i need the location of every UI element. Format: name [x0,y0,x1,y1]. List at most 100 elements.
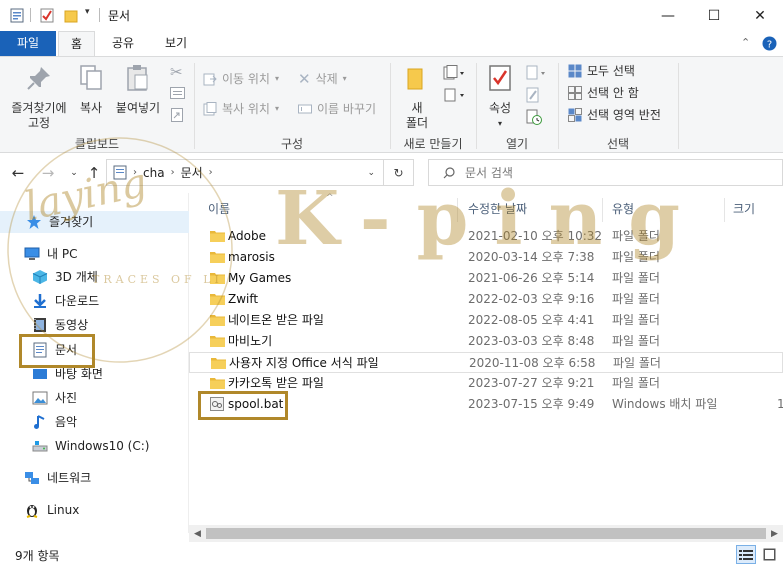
folder-icon [210,336,225,347]
properties-qa-icon[interactable] [10,8,24,23]
table-row[interactable]: 네이트온 받은 파일 2022-08-05 오후 4:41 파일 폴더 [189,310,783,331]
breadcrumb-separator-icon: › [208,167,213,178]
table-row[interactable]: 마비노기 2023-03-03 오후 8:48 파일 폴더 [189,331,783,352]
cut-icon[interactable]: ✂ [170,63,183,81]
documents-location-icon [113,165,127,180]
file-date: 2020-11-08 오후 6:58 [469,356,596,370]
horizontal-scrollbar[interactable]: ◀ ▶ [189,525,783,542]
new-item-icon[interactable] [443,65,465,81]
sidebar-item-drive-c[interactable]: Windows10 (C:) [32,435,149,457]
refresh-button[interactable]: ↻ [384,159,414,186]
ribbon: 즐겨찾기에 고정 복사 붙여넣기 ✂ 클립보드 이동 위치 ▾ 복사 위치 ▾ ✕ … [0,56,783,153]
back-button[interactable]: ← [8,163,28,183]
folder-icon [210,252,225,263]
qa-dropdown-icon[interactable]: ▾ [85,7,90,17]
address-bar[interactable]: › cha › 문서 › ⌄ [106,159,384,186]
table-row[interactable]: My Games 2021-06-26 오후 5:14 파일 폴더 [189,268,783,289]
history-icon[interactable] [526,109,542,125]
table-row[interactable]: marosis 2020-03-14 오후 7:38 파일 폴더 [189,247,783,268]
invert-selection-icon [568,108,582,122]
column-header-type[interactable]: 유형 [612,198,634,220]
move-to-button[interactable]: 이동 위치 ▾ [203,69,279,89]
new-folder-qa-icon[interactable] [64,8,78,23]
delete-button[interactable]: ✕ 삭제 ▾ [298,69,347,89]
sidebar-item-music[interactable]: 음악 [32,411,77,433]
easy-access-icon[interactable] [443,87,465,103]
file-name: My Games [228,271,292,285]
tab-file[interactable]: 파일 [0,31,56,56]
breadcrumb-cha[interactable]: cha [143,166,165,180]
column-header-name[interactable]: 이름 [208,198,230,220]
copy-to-button[interactable]: 복사 위치 ▾ [203,99,279,119]
sidebar-item-linux[interactable]: Linux [24,499,79,521]
copy-button[interactable]: 복사 [74,63,108,116]
address-dropdown-icon[interactable]: ⌄ [367,168,375,178]
sidebar-item-downloads[interactable]: 다운로드 [32,290,99,312]
sidebar-item-videos[interactable]: 동영상 [32,314,88,336]
file-name: Zwift [228,292,259,306]
tab-view[interactable]: 보기 [153,31,199,56]
search-icon [443,166,455,178]
tab-home[interactable]: 홈 [58,31,96,56]
paste-button[interactable]: 붙여넣기 [112,63,164,116]
details-view-button[interactable] [736,545,756,564]
file-name: 사용자 지정 Office 서식 파일 [229,356,379,370]
sidebar-item-network[interactable]: 네트워크 [24,467,91,489]
select-all-icon [568,64,582,78]
open-icon[interactable] [526,65,546,81]
pin-to-quick-access-button[interactable]: 즐겨찾기에 고정 [6,63,72,131]
rename-button[interactable]: 이름 바꾸기 [298,99,376,119]
tab-share[interactable]: 공유 [100,31,146,56]
copy-path-icon[interactable] [170,87,185,99]
forward-arrow-icon: → [41,164,55,182]
new-folder-button[interactable]: 새 폴더 [398,63,436,131]
recent-locations-button[interactable]: ⌄ [64,163,84,183]
paste-icon [127,65,148,91]
select-none-button[interactable]: 선택 안 함 [568,83,639,103]
table-row[interactable]: Zwift 2022-02-03 오후 9:16 파일 폴더 [189,289,783,310]
folder-icon [210,378,225,389]
file-name: marosis [228,250,275,264]
sidebar-item-3d-objects[interactable]: 3D 개체 [32,266,98,288]
sidebar-item-pictures[interactable]: 사진 [32,387,77,409]
scroll-left-icon[interactable]: ◀ [189,525,206,542]
sidebar-item-quick-access[interactable]: 즐겨찾기 [0,211,189,233]
file-size: 1 [777,397,783,411]
new-folder-icon [407,68,423,90]
up-button[interactable]: ↑ [84,163,104,183]
new-group-label: 새로 만들기 [403,137,463,151]
search-input[interactable]: 문서 검색 [428,159,783,186]
sidebar-item-this-pc[interactable]: 내 PC [24,243,77,265]
chevron-down-icon: ⌄ [70,168,78,178]
breadcrumb-documents[interactable]: 문서 [181,164,203,181]
collapse-ribbon-icon[interactable]: ⌃ [741,36,750,49]
edit-icon[interactable] [526,87,540,103]
paste-shortcut-icon[interactable] [171,108,183,122]
folder-icon [211,358,226,369]
check-qa-icon[interactable] [40,8,54,23]
file-type: 파일 폴더 [612,292,660,306]
select-all-button[interactable]: 모두 선택 [568,61,635,81]
invert-selection-button[interactable]: 선택 영역 반전 [568,105,661,125]
column-header-date[interactable]: 수정한 날짜 [468,198,527,220]
scroll-right-icon[interactable]: ▶ [766,525,783,542]
table-row[interactable]: 사용자 지정 Office 서식 파일 2020-11-08 오후 6:58 파… [189,352,783,373]
help-icon[interactable]: ? [762,36,777,51]
folder-icon [210,315,225,326]
column-header-size[interactable]: 크기 [733,198,755,220]
forward-button[interactable]: → [38,163,58,183]
minimize-button[interactable]: — [645,0,691,31]
scrollbar-thumb[interactable] [206,528,766,539]
cube-icon [32,270,48,284]
drive-icon [32,441,48,452]
maximize-button[interactable]: ☐ [691,0,737,31]
select-none-icon [568,86,582,100]
large-icons-view-button[interactable] [759,545,779,564]
svg-text:?: ? [767,40,772,51]
file-date: 2021-02-10 오후 10:32 [468,229,603,243]
linux-icon [26,505,38,518]
table-row[interactable]: Adobe 2021-02-10 오후 10:32 파일 폴더 [189,226,783,247]
move-to-icon [203,73,217,86]
close-button[interactable]: ✕ [737,0,783,31]
properties-button[interactable]: 속성 ▾ [482,63,518,131]
